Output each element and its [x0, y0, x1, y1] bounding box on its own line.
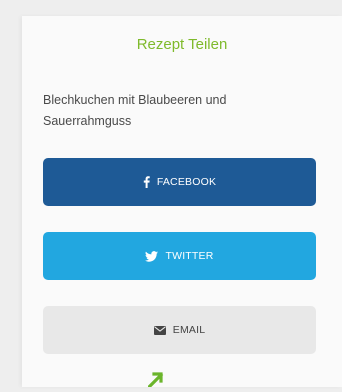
facebook-icon — [143, 176, 150, 188]
recipe-name: Blechkuchen mit Blaubeeren und Sauerrahm… — [43, 93, 227, 128]
facebook-button-label: FACEBOOK — [156, 176, 217, 188]
facebook-share-button[interactable]: FACEBOOK — [43, 158, 316, 206]
panel-title: Rezept Teilen — [136, 36, 228, 53]
twitter-share-button[interactable]: TWITTER — [43, 232, 316, 280]
arrow-cursor-icon — [146, 371, 164, 390]
twitter-button-label: TWITTER — [165, 250, 214, 262]
email-share-button[interactable]: EMAIL — [43, 306, 316, 354]
email-button-label: EMAIL — [172, 324, 206, 336]
share-recipe-panel: Rezept Teilen Blechkuchen mit Blaubeeren… — [22, 16, 342, 387]
twitter-icon — [145, 250, 159, 262]
envelope-icon — [153, 325, 166, 335]
